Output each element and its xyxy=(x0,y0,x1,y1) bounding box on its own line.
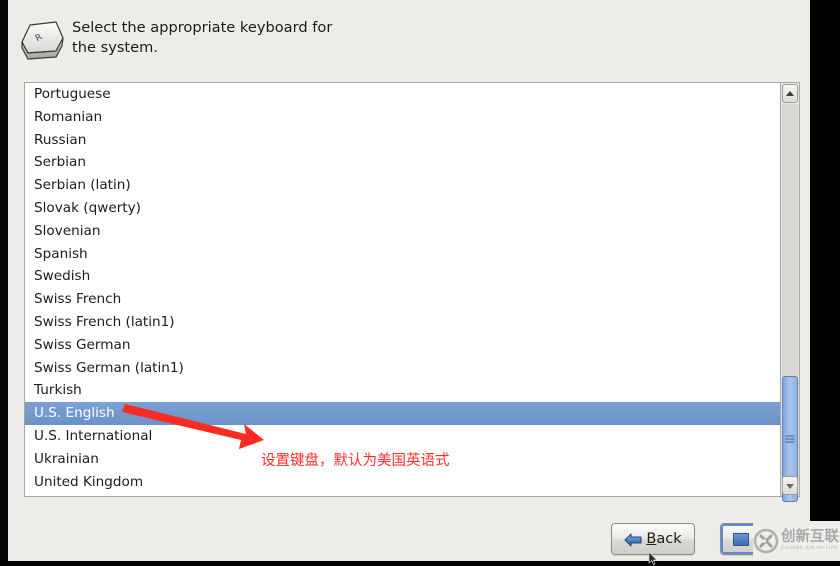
watermark-en: CHUANG XIN HU LIAN xyxy=(781,545,838,551)
list-item[interactable]: Swiss German (latin1) xyxy=(25,357,780,380)
list-item[interactable]: Slovenian xyxy=(25,220,780,243)
list-item[interactable]: United Kingdom xyxy=(25,471,780,494)
list-item[interactable]: Turkish xyxy=(25,379,780,402)
watermark-cn: 创新互联 xyxy=(781,529,839,546)
window-left-edge xyxy=(0,0,8,561)
list-item[interactable]: Portuguese xyxy=(25,83,780,106)
watermark: 创新互联 CHUANG XIN HU LIAN xyxy=(753,521,840,561)
list-item[interactable]: Serbian xyxy=(25,151,780,174)
back-button[interactable]: Back xyxy=(611,523,695,555)
arrow-right-icon xyxy=(733,532,749,546)
keyboard-list-container: Portuguese Romanian Russian Serbian Serbian … xyxy=(24,82,800,502)
header: R Select the appropriate keyboard for th… xyxy=(16,14,436,70)
back-accel-letter: B xyxy=(646,531,657,547)
back-button-label: Back xyxy=(646,531,681,547)
scroll-down-icon[interactable] xyxy=(782,476,798,495)
list-item[interactable]: Swedish xyxy=(25,265,780,288)
list-item[interactable]: Romanian xyxy=(25,106,780,129)
annotation-text: 设置键盘，默认为美国英语式 xyxy=(261,453,450,469)
list-item[interactable]: Russian xyxy=(25,129,780,152)
list-item[interactable]: U.S. English xyxy=(25,402,780,425)
back-label-rest: ack xyxy=(656,531,682,547)
scrollbar-track[interactable] xyxy=(782,104,798,502)
scrollbar-grip-icon xyxy=(785,435,795,443)
list-scrollbar[interactable] xyxy=(780,82,800,502)
watermark-text: 创新互联 CHUANG XIN HU LIAN xyxy=(781,530,839,551)
keyboard-layout-list[interactable]: Portuguese Romanian Russian Serbian Serbian … xyxy=(24,82,780,497)
scroll-up-icon[interactable] xyxy=(782,84,798,103)
circle-x-logo-icon xyxy=(753,528,779,554)
keyboard-key-icon: R xyxy=(16,16,68,62)
list-item[interactable]: Spanish xyxy=(25,243,780,266)
window-right-edge xyxy=(810,0,840,523)
list-item[interactable]: Swiss French xyxy=(25,288,780,311)
list-item[interactable]: U.S. International xyxy=(25,425,780,448)
list-item[interactable]: Serbian (latin) xyxy=(25,174,780,197)
list-item[interactable]: Swiss French (latin1) xyxy=(25,311,780,334)
header-instruction: Select the appropriate keyboard for the … xyxy=(72,19,333,56)
list-item[interactable]: Swiss German xyxy=(25,334,780,357)
installer-panel: R Select the appropriate keyboard for th… xyxy=(8,0,810,566)
mouse-cursor-icon xyxy=(648,552,658,566)
arrow-left-icon xyxy=(624,532,642,547)
list-item[interactable]: Slovak (qwerty) xyxy=(25,197,780,220)
